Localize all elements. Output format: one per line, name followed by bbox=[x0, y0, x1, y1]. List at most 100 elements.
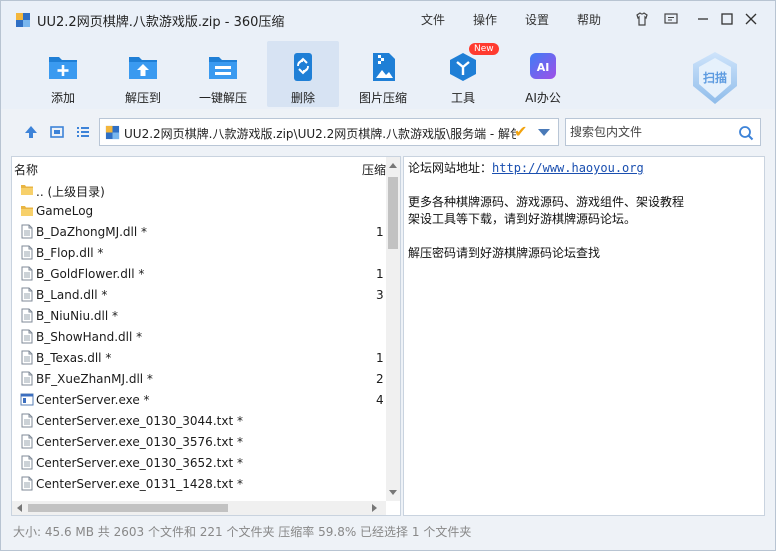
scroll-right-icon[interactable] bbox=[372, 504, 377, 512]
up-arrow-icon[interactable] bbox=[23, 124, 39, 140]
file-row[interactable]: B_Land.dll * 3 bbox=[12, 284, 386, 305]
file-name: B_GoldFlower.dll * bbox=[36, 267, 145, 281]
thumbnail-view-icon[interactable] bbox=[49, 124, 65, 140]
maximize-icon[interactable] bbox=[718, 10, 736, 28]
title-bar: UU2.2网页棋牌.八款游戏版.zip - 360压缩 文件 操作 设置 帮助 bbox=[1, 1, 775, 37]
extract-to-icon bbox=[129, 57, 157, 79]
scroll-up-icon[interactable] bbox=[389, 163, 397, 168]
file-row[interactable]: B_Texas.dll * 1 bbox=[12, 347, 386, 368]
one-click-extract-button[interactable]: 一键解压 bbox=[187, 45, 259, 107]
extract-to-button[interactable]: 解压到 bbox=[107, 45, 179, 107]
search-input[interactable] bbox=[570, 124, 730, 140]
file-row[interactable]: CenterServer.exe_0130_3576.txt * bbox=[12, 431, 386, 452]
ai-office-button[interactable]: AI AI办公 bbox=[507, 45, 579, 107]
horizontal-scrollbar[interactable] bbox=[12, 501, 386, 515]
zip-app-icon bbox=[16, 13, 30, 27]
shield-scan-icon: 扫描 bbox=[693, 52, 737, 104]
status-bar: 大小: 45.6 MB 共 2603 个文件和 221 个文件夹 压缩率 59.… bbox=[1, 518, 775, 542]
file-row[interactable]: CenterServer.exe_0130_3652.txt * bbox=[12, 452, 386, 473]
file-icon bbox=[21, 224, 33, 239]
file-row[interactable]: BF_XueZhanMJ.dll * 2 bbox=[12, 368, 386, 389]
exe-icon bbox=[20, 393, 34, 406]
window-title: UU2.2网页棋牌.八款游戏版.zip - 360压缩 bbox=[37, 15, 285, 30]
file-icon bbox=[21, 329, 33, 344]
column-ratio-header[interactable]: 压缩率 bbox=[362, 161, 386, 178]
scroll-left-icon[interactable] bbox=[17, 504, 22, 512]
folder-icon bbox=[21, 206, 33, 216]
file-ratio: 1 bbox=[376, 225, 384, 239]
tools-icon bbox=[450, 53, 476, 81]
address-dropdown-icon[interactable] bbox=[538, 129, 550, 136]
address-bar[interactable]: UU2.2网页棋牌.八款游戏版.zip\UU2.2网页棋牌.八款游戏版\服务端 … bbox=[99, 118, 559, 146]
file-icon bbox=[21, 266, 33, 281]
file-icon bbox=[21, 287, 33, 302]
image-compress-icon bbox=[373, 53, 395, 81]
tools-label: 工具 bbox=[450, 91, 475, 105]
file-row[interactable]: CenterServer.exe_0131_1428.txt * bbox=[12, 473, 386, 494]
image-compress-label: 图片压缩 bbox=[358, 91, 407, 105]
file-ratio: 2 bbox=[376, 372, 384, 386]
scan-button[interactable]: 扫描 bbox=[689, 50, 741, 106]
file-icon bbox=[21, 245, 33, 260]
app-window: UU2.2网页棋牌.八款游戏版.zip - 360压缩 文件 操作 设置 帮助 bbox=[0, 0, 776, 551]
file-row[interactable]: B_Flop.dll * bbox=[12, 242, 386, 263]
zip-file-icon bbox=[105, 125, 120, 140]
ai-icon-text: AI bbox=[537, 61, 550, 74]
search-box[interactable] bbox=[565, 118, 761, 146]
file-ratio: 4 bbox=[376, 393, 384, 407]
menu-settings[interactable]: 设置 bbox=[525, 11, 549, 28]
search-icon[interactable] bbox=[738, 125, 754, 141]
file-name: CenterServer.exe * bbox=[36, 393, 150, 407]
preview-pane: 论坛网站地址：http://www.haoyou.org 更多各种棋牌源码、游戏… bbox=[403, 156, 765, 516]
scroll-down-icon[interactable] bbox=[389, 490, 397, 495]
forum-link[interactable]: http://www.haoyou.org bbox=[492, 161, 644, 175]
file-name: CenterServer.exe_0130_3576.txt * bbox=[36, 435, 243, 449]
column-name-header[interactable]: 名称 bbox=[14, 161, 38, 178]
file-row[interactable]: B_DaZhongMJ.dll * 1 bbox=[12, 221, 386, 242]
feedback-icon[interactable] bbox=[662, 10, 680, 28]
file-row[interactable]: B_ShowHand.dll * bbox=[12, 326, 386, 347]
preview-line-4: 解压密码请到好游棋牌源码论坛查找 bbox=[408, 246, 601, 260]
skin-icon[interactable] bbox=[633, 10, 651, 28]
add-label: 添加 bbox=[50, 91, 75, 105]
add-button[interactable]: 添加 bbox=[27, 45, 99, 107]
minimize-icon[interactable] bbox=[694, 10, 712, 28]
vertical-scrollbar[interactable] bbox=[386, 157, 400, 501]
list-view-icon[interactable] bbox=[75, 124, 91, 140]
file-icon bbox=[21, 308, 33, 323]
preview-line-1: 论坛网站地址：http://www.haoyou.org bbox=[408, 159, 644, 176]
file-name: B_ShowHand.dll * bbox=[36, 330, 143, 344]
image-compress-button[interactable]: 图片压缩 bbox=[347, 45, 419, 107]
tools-button[interactable]: New 工具 bbox=[427, 43, 499, 107]
file-list-header: 名称 压缩率 bbox=[12, 157, 386, 179]
preview-line-2: 更多各种棋牌源码、游戏源码、游戏组件、架设教程 bbox=[408, 195, 685, 209]
file-row[interactable]: .. (上级目录) bbox=[12, 179, 386, 200]
main-toolbar: 添加 解压到 一键解压 删除 图片压缩 New 工具 AI AI办公 扫描 bbox=[1, 37, 775, 109]
file-row[interactable]: CenterServer.exe_0130_3044.txt * bbox=[12, 410, 386, 431]
vertical-scroll-thumb[interactable] bbox=[388, 177, 398, 249]
horizontal-scroll-thumb[interactable] bbox=[28, 504, 228, 512]
extract-to-label: 解压到 bbox=[124, 91, 161, 105]
file-icon bbox=[21, 476, 33, 491]
file-icon bbox=[21, 434, 33, 449]
delete-button[interactable]: 删除 bbox=[267, 41, 339, 107]
folder-icon bbox=[21, 185, 33, 195]
file-name: B_NiuNiu.dll * bbox=[36, 309, 118, 323]
ai-office-label: AI办公 bbox=[525, 91, 561, 105]
file-row[interactable]: B_NiuNiu.dll * bbox=[12, 305, 386, 326]
close-icon[interactable] bbox=[742, 10, 760, 28]
file-name: B_Flop.dll * bbox=[36, 246, 104, 260]
file-row[interactable]: GameLog bbox=[12, 200, 386, 221]
scan-label: 扫描 bbox=[703, 70, 727, 85]
menu-operate[interactable]: 操作 bbox=[473, 11, 497, 28]
address-row: UU2.2网页棋牌.八款游戏版.zip\UU2.2网页棋牌.八款游戏版\服务端 … bbox=[1, 113, 775, 151]
menu-file[interactable]: 文件 bbox=[421, 11, 445, 28]
file-name: B_Land.dll * bbox=[36, 288, 108, 302]
status-text: 大小: 45.6 MB 共 2603 个文件和 221 个文件夹 压缩率 59.… bbox=[13, 525, 472, 539]
file-name: BF_XueZhanMJ.dll * bbox=[36, 372, 153, 386]
checkmark-icon: ✔ bbox=[514, 122, 528, 141]
menu-help[interactable]: 帮助 bbox=[577, 11, 601, 28]
file-name: CenterServer.exe_0130_3044.txt * bbox=[36, 414, 243, 428]
file-row[interactable]: B_GoldFlower.dll * 1 bbox=[12, 263, 386, 284]
file-row[interactable]: CenterServer.exe * 4 bbox=[12, 389, 386, 410]
